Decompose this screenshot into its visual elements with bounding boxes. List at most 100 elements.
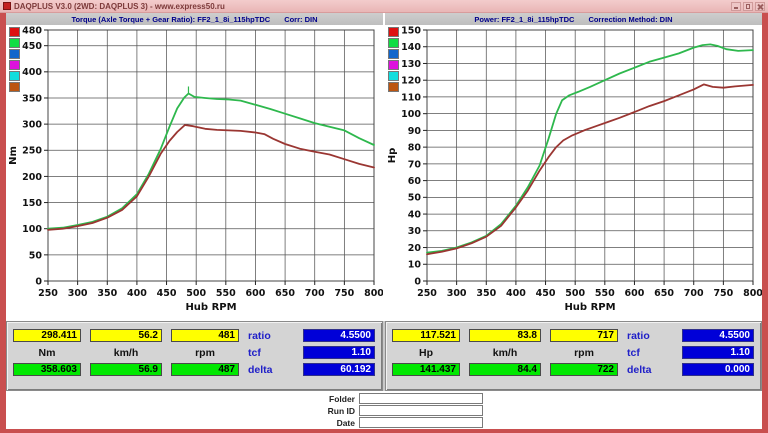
rpm-max-value: 487	[171, 363, 239, 376]
svg-text:50: 50	[29, 250, 43, 261]
power-unit-label: Hp	[392, 347, 460, 359]
svg-text:300: 300	[22, 120, 42, 131]
power-chart: 0102030405060708090100110120130140150250…	[385, 25, 762, 321]
svg-text:Nm: Nm	[8, 146, 19, 165]
power-cursor-value: 117.521	[392, 329, 460, 342]
window-title: DAQPLUS V3.0 (2WD: DAQPLUS 3) - www.expr…	[14, 2, 225, 11]
svg-text:400: 400	[506, 288, 526, 299]
svg-text:480: 480	[22, 25, 42, 36]
legend-swatch	[388, 38, 399, 48]
svg-text:90: 90	[408, 126, 422, 137]
svg-text:400: 400	[127, 288, 147, 299]
svg-text:130: 130	[401, 59, 421, 70]
svg-text:350: 350	[22, 93, 42, 104]
svg-text:550: 550	[216, 288, 236, 299]
svg-text:250: 250	[22, 146, 42, 157]
folder-label: Folder	[285, 394, 355, 404]
ratio-label: ratio	[627, 330, 673, 342]
svg-text:50: 50	[408, 193, 422, 204]
svg-text:700: 700	[305, 288, 325, 299]
svg-text:Hp: Hp	[387, 148, 398, 164]
ratio-value: 4.5500	[303, 329, 375, 342]
delta-value: 60.192	[303, 363, 375, 376]
app-window: DAQPLUS V3.0 (2WD: DAQPLUS 3) - www.expr…	[0, 0, 768, 433]
svg-text:450: 450	[22, 41, 42, 52]
rpm-unit-label: rpm	[550, 347, 618, 359]
svg-text:800: 800	[364, 288, 383, 299]
svg-text:450: 450	[536, 288, 556, 299]
close-button[interactable]	[755, 2, 765, 11]
power-chart-plot[interactable]: 0102030405060708090100110120130140150250…	[385, 25, 762, 321]
legend-swatch	[9, 49, 20, 59]
svg-text:600: 600	[246, 288, 266, 299]
power-correction-label: Correction Method: DIN	[588, 15, 672, 24]
svg-text:100: 100	[401, 109, 421, 120]
svg-text:0: 0	[414, 276, 421, 287]
power-chart-title: Power: FF2_1_8i_115hpTDC	[474, 15, 574, 24]
svg-text:800: 800	[743, 288, 762, 299]
rpm-unit-label: rpm	[171, 347, 239, 359]
svg-text:150: 150	[401, 25, 421, 36]
speed-unit-label: km/h	[90, 347, 162, 359]
legend-swatch	[9, 71, 20, 81]
date-input[interactable]	[359, 417, 483, 428]
legend-swatch	[9, 60, 20, 70]
ratio-label: ratio	[248, 330, 294, 342]
svg-text:Hub RPM: Hub RPM	[185, 302, 236, 313]
torque-correction-label: Corr: DIN	[284, 15, 317, 24]
svg-text:350: 350	[97, 288, 117, 299]
svg-text:110: 110	[401, 92, 421, 103]
legend-swatch	[388, 49, 399, 59]
svg-text:10: 10	[408, 260, 422, 271]
svg-text:40: 40	[408, 209, 422, 220]
svg-text:400: 400	[22, 67, 42, 78]
minimize-button[interactable]	[731, 2, 741, 11]
run-id-input[interactable]	[359, 405, 483, 416]
ratio-value: 4.5500	[682, 329, 754, 342]
svg-text:700: 700	[684, 288, 704, 299]
delta-label: delta	[627, 364, 673, 376]
speed-unit-label: km/h	[469, 347, 541, 359]
tcf-value: 1.10	[682, 346, 754, 359]
svg-text:80: 80	[408, 143, 422, 154]
svg-text:60: 60	[408, 176, 422, 187]
run-id-label: Run ID	[285, 406, 355, 416]
svg-text:750: 750	[334, 288, 354, 299]
legend-swatch	[388, 82, 399, 92]
date-label: Date	[285, 418, 355, 428]
torque-series-color-legend	[9, 27, 20, 92]
folder-input[interactable]	[359, 393, 483, 404]
rpm-max-value: 722	[550, 363, 618, 376]
svg-text:350: 350	[476, 288, 496, 299]
svg-text:250: 250	[417, 288, 437, 299]
rpm-cursor-value: 481	[171, 329, 239, 342]
power-max-value: 141.437	[392, 363, 460, 376]
maximize-button[interactable]	[743, 2, 753, 11]
torque-readout-panel: 298.411 56.2 481 ratio 4.5500 Nm km/h rp…	[6, 321, 383, 391]
torque-cursor-value: 298.411	[13, 329, 81, 342]
svg-text:650: 650	[654, 288, 674, 299]
speed-max-value: 56.9	[90, 363, 162, 376]
svg-text:750: 750	[713, 288, 733, 299]
legend-swatch	[9, 27, 20, 37]
torque-chart-plot[interactable]: 0501001502002503003504004504802503003504…	[6, 25, 383, 321]
speed-max-value: 84.4	[469, 363, 541, 376]
svg-text:250: 250	[38, 288, 58, 299]
torque-max-value: 358.603	[13, 363, 81, 376]
svg-text:500: 500	[565, 288, 585, 299]
app-icon	[3, 2, 11, 10]
svg-text:600: 600	[625, 288, 645, 299]
legend-swatch	[9, 82, 20, 92]
svg-text:70: 70	[408, 159, 422, 170]
tcf-label: tcf	[627, 347, 673, 359]
svg-text:30: 30	[408, 226, 422, 237]
svg-text:500: 500	[186, 288, 206, 299]
run-info-footer: Folder Run ID Date	[6, 391, 762, 429]
main-area: Torque (Axle Torque + Gear Ratio): FF2_1…	[0, 13, 768, 433]
tcf-value: 1.10	[303, 346, 375, 359]
svg-text:100: 100	[22, 224, 42, 235]
svg-text:140: 140	[401, 42, 421, 53]
power-series-color-legend	[388, 27, 399, 92]
legend-swatch	[388, 71, 399, 81]
svg-text:0: 0	[35, 276, 42, 287]
